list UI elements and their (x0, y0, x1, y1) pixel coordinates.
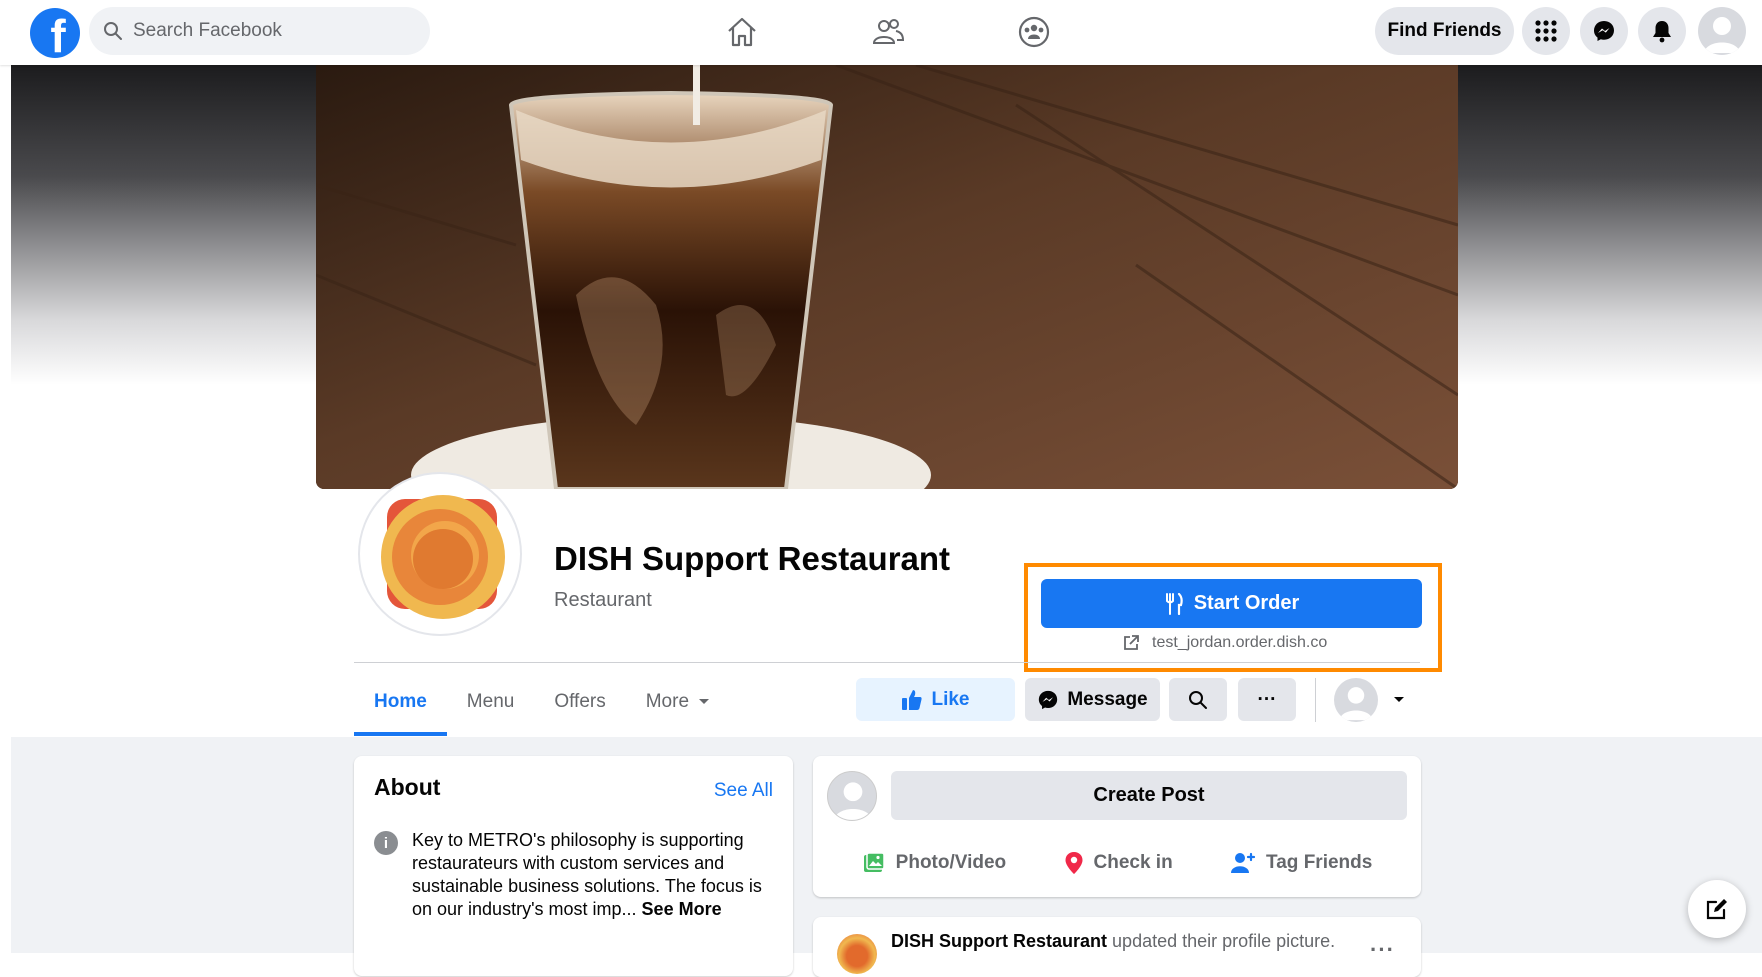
about-description: Key to METRO's philosophy is supporting … (412, 829, 773, 921)
tab-menu[interactable]: Menu (447, 668, 535, 736)
top-navigation-bar: f Find Friends (0, 0, 1762, 65)
check-in-button[interactable]: Check in (1064, 851, 1173, 875)
feed-post: DISH Support Restaurant updated their pr… (813, 917, 1421, 977)
message-label: Message (1067, 688, 1148, 710)
messenger-icon (1039, 690, 1058, 709)
thumbs-up-icon (902, 689, 923, 710)
tab-offers[interactable]: Offers (534, 668, 625, 736)
start-order-button[interactable]: Start Order (1041, 579, 1422, 628)
acting-avatar (1334, 678, 1378, 722)
tab-more-label: More (645, 691, 690, 712)
order-link[interactable]: test_jordan.order.dish.co (1122, 634, 1327, 652)
menu-grid-icon[interactable] (1522, 7, 1570, 55)
info-icon: i (374, 831, 398, 855)
search-icon (104, 22, 122, 40)
tab-more[interactable]: More (626, 668, 731, 736)
acting-as-switcher[interactable] (1334, 678, 1406, 722)
page-tabs: Home Menu Offers More (354, 668, 731, 736)
compose-icon (1706, 899, 1727, 920)
like-label: Like (931, 688, 970, 710)
cover-photo[interactable] (316, 65, 1458, 489)
post-action: updated their profile picture. (1112, 931, 1336, 951)
post-menu-button[interactable]: ··· (1370, 937, 1395, 963)
message-button[interactable]: Message (1025, 678, 1160, 721)
photo-icon (863, 852, 885, 872)
utensils-icon (1165, 592, 1183, 615)
action-divider (1315, 678, 1316, 722)
page-title: DISH Support Restaurant (554, 540, 951, 577)
post-author[interactable]: DISH Support Restaurant (891, 931, 1107, 951)
more-options-label: ··· (1257, 688, 1277, 710)
header-divider (354, 662, 1420, 663)
messenger-icon[interactable] (1580, 7, 1628, 55)
external-link-icon (1124, 635, 1139, 650)
groups-icon[interactable] (1012, 12, 1056, 52)
account-avatar[interactable] (1698, 7, 1746, 55)
home-icon[interactable] (720, 12, 764, 52)
caret-down-icon (699, 699, 710, 704)
post-header: DISH Support Restaurant updated their pr… (891, 931, 1335, 952)
profile-picture[interactable] (358, 472, 522, 636)
facebook-logo[interactable]: f (30, 8, 80, 58)
photo-video-label: Photo/Video (895, 852, 1007, 873)
poster-avatar (827, 771, 877, 821)
like-button[interactable]: Like (856, 678, 1015, 721)
search-input[interactable] (133, 20, 403, 42)
check-in-label: Check in (1093, 852, 1173, 873)
find-friends-button[interactable]: Find Friends (1375, 7, 1514, 55)
search-icon (1189, 690, 1207, 709)
more-options-button[interactable]: ··· (1238, 678, 1296, 721)
new-message-button[interactable] (1688, 880, 1746, 938)
create-post-card: Create Post Photo/Video Check in Tag Fri… (813, 756, 1421, 897)
search-bar[interactable] (89, 7, 430, 55)
about-card: About See All i Key to METRO's philosoph… (354, 756, 793, 976)
see-all-link[interactable]: See All (714, 780, 773, 802)
friends-icon[interactable] (866, 12, 910, 52)
see-more-link[interactable]: See More (642, 899, 722, 919)
order-link-text: test_jordan.order.dish.co (1152, 634, 1328, 651)
create-post-button[interactable]: Create Post (891, 771, 1407, 820)
page-search-button[interactable] (1169, 678, 1227, 721)
tag-friends-label: Tag Friends (1266, 852, 1373, 873)
tab-home[interactable]: Home (354, 668, 447, 736)
page-category: Restaurant (554, 589, 652, 611)
photo-video-button[interactable]: Photo/Video (862, 852, 1006, 874)
tag-friends-button[interactable]: Tag Friends (1230, 851, 1372, 875)
start-order-label: Start Order (1193, 592, 1300, 614)
caret-down-icon (1394, 697, 1404, 702)
post-author-avatar[interactable] (837, 934, 877, 974)
notifications-icon[interactable] (1638, 7, 1686, 55)
location-pin-icon (1065, 852, 1082, 874)
tag-friends-icon (1231, 852, 1256, 873)
